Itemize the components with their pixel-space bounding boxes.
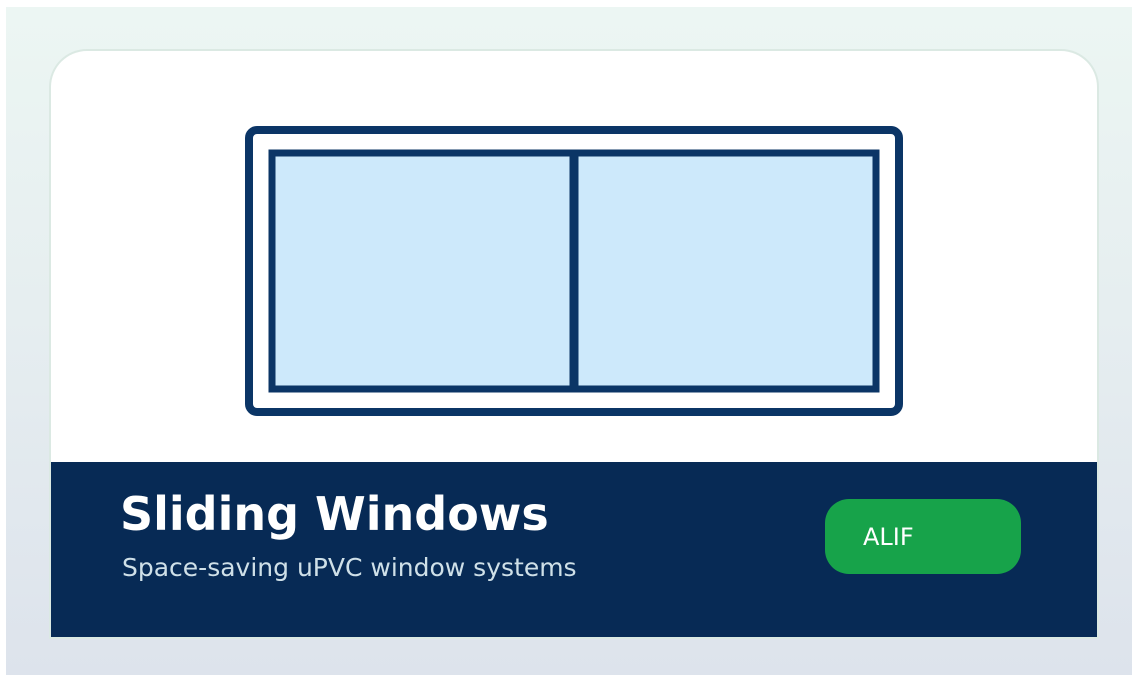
product-card: Sliding Windows Space-saving uPVC window… <box>51 51 1097 637</box>
caption-bar: Sliding Windows Space-saving uPVC window… <box>51 462 1097 637</box>
left-sash-glass <box>268 149 577 393</box>
page-background: Sliding Windows Space-saving uPVC window… <box>6 7 1132 675</box>
right-sash-glass <box>571 149 880 393</box>
brand-button[interactable]: ALIF <box>825 499 1021 574</box>
product-title: Sliding Windows <box>120 487 549 541</box>
product-subtitle: Space-saving uPVC window systems <box>122 553 577 582</box>
sliding-window-icon <box>245 126 903 416</box>
